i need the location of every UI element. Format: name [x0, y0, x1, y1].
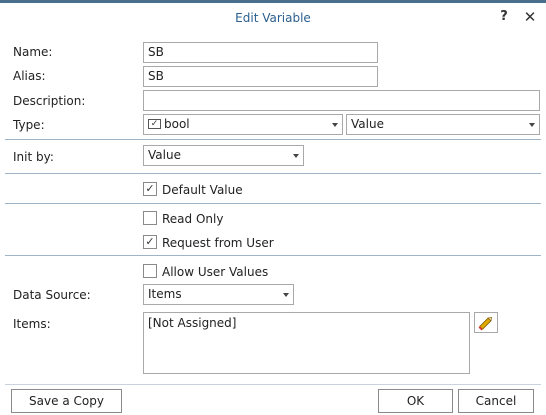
data-source-label: Data Source: [13, 288, 91, 302]
name-input[interactable]: SB [143, 42, 378, 63]
type-mode-select[interactable]: Value [346, 114, 540, 135]
items-list[interactable]: [Not Assigned] [143, 312, 470, 374]
read-only-label: Read Only [162, 212, 224, 226]
type-label: Type: [13, 118, 45, 132]
separator [5, 173, 541, 174]
separator [5, 203, 541, 204]
request-from-user-checkbox[interactable]: ✓ [143, 235, 157, 249]
footer-divider [5, 384, 541, 385]
description-input[interactable] [143, 90, 540, 111]
checkbox-type-icon: ✓ [148, 118, 161, 129]
init-by-value: Value [148, 148, 181, 162]
help-icon[interactable]: ? [497, 9, 511, 25]
edit-items-button[interactable] [474, 312, 498, 333]
items-value: [Not Assigned] [148, 316, 237, 330]
init-by-label: Init by: [13, 150, 54, 164]
alias-label: Alias: [13, 69, 46, 83]
ok-button[interactable]: OK [378, 389, 453, 413]
dialog-title: Edit Variable [235, 11, 311, 25]
name-label: Name: [13, 45, 53, 59]
allow-user-values-checkbox[interactable] [143, 264, 157, 278]
cancel-button[interactable]: Cancel [458, 389, 534, 413]
type-select[interactable]: ✓ bool [143, 114, 343, 135]
save-a-copy-button[interactable]: Save a Copy [11, 389, 122, 413]
data-source-value: Items [148, 287, 182, 301]
data-source-select[interactable]: Items [143, 284, 294, 305]
pencil-icon [478, 316, 493, 331]
chevron-down-icon [529, 123, 535, 127]
read-only-checkbox[interactable] [143, 211, 157, 225]
init-by-select[interactable]: Value [143, 145, 304, 166]
separator [5, 139, 541, 140]
request-from-user-label: Request from User [162, 236, 274, 250]
items-label: Items: [13, 317, 51, 331]
type-select-value: bool [164, 117, 190, 131]
description-label: Description: [13, 94, 86, 108]
alias-input[interactable]: SB [143, 66, 378, 87]
allow-user-values-label: Allow User Values [162, 265, 269, 279]
type-mode-value: Value [351, 117, 384, 131]
chevron-down-icon [283, 293, 289, 297]
default-value-label: Default Value [162, 183, 243, 197]
title-bar: Edit Variable ? ✕ [0, 3, 546, 33]
edit-variable-dialog: Edit Variable ? ✕ Name: SB Alias: SB Des… [0, 0, 546, 415]
close-icon[interactable]: ✕ [522, 8, 538, 26]
default-value-checkbox[interactable]: ✓ [143, 182, 157, 196]
chevron-down-icon [332, 123, 338, 127]
separator [5, 255, 541, 256]
chevron-down-icon [293, 154, 299, 158]
